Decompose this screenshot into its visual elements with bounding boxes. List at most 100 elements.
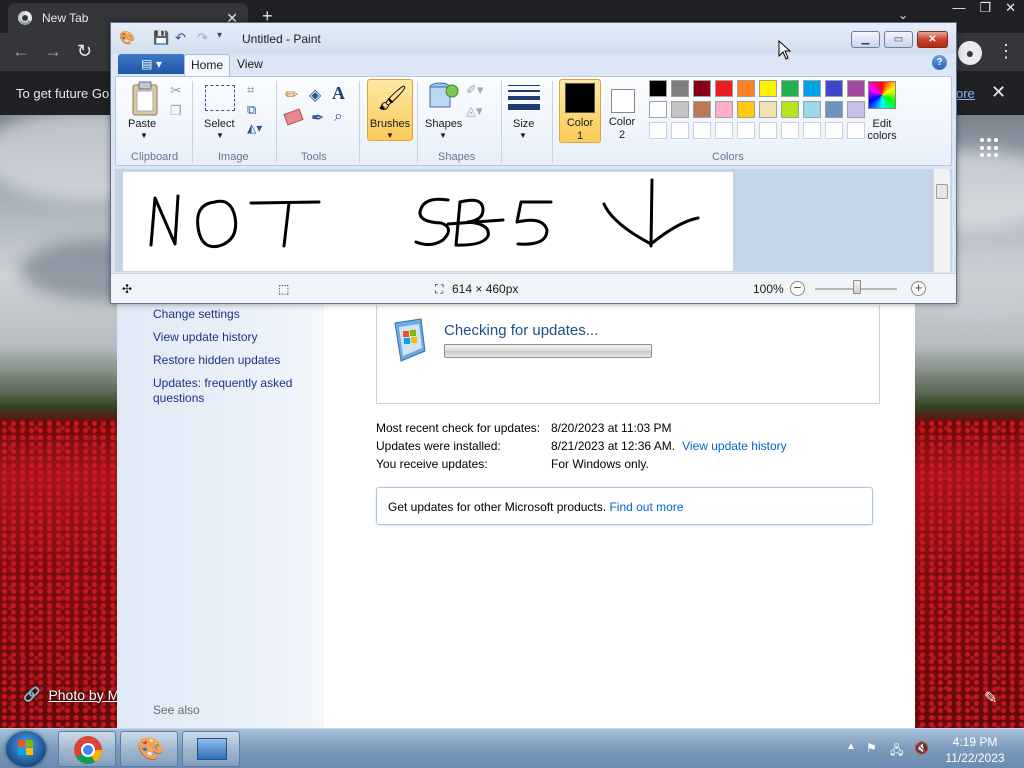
paste-icon[interactable] [130, 81, 160, 117]
minimize-icon[interactable]: — [952, 0, 965, 20]
sidebar-link-change-settings[interactable]: Change settings [153, 307, 313, 322]
close-icon[interactable]: ✕ [1005, 0, 1016, 20]
profile-avatar-icon[interactable]: ● [958, 41, 982, 65]
network-icon[interactable]: 🖧 [890, 741, 903, 762]
paint-canvas[interactable] [123, 172, 733, 271]
color-picker-icon[interactable]: ✒ [311, 108, 324, 128]
custom-color-slot[interactable] [737, 122, 755, 139]
palette-swatch[interactable] [715, 101, 733, 118]
customize-pencil-icon[interactable]: ✎ [984, 688, 997, 708]
pencil-icon[interactable]: ✏ [285, 85, 298, 105]
apps-grid-icon[interactable] [980, 138, 1000, 158]
palette-swatch[interactable] [737, 101, 755, 118]
save-icon[interactable]: 💾 [153, 30, 169, 46]
paint-minimize-button[interactable]: ▁ [851, 31, 880, 48]
edit-colors-label[interactable]: Edit [858, 118, 906, 130]
size-dropdown-icon[interactable]: ▼ [519, 131, 527, 140]
custom-color-slot[interactable] [715, 122, 733, 139]
view-update-history-link[interactable]: View update history [682, 439, 787, 453]
edit-colors-label-2[interactable]: colors [858, 130, 906, 142]
palette-swatch[interactable] [671, 101, 689, 118]
shapes-label[interactable]: Shapes [425, 118, 462, 130]
fill-icon[interactable]: ◈ [309, 85, 321, 105]
tab-view[interactable]: View [237, 57, 263, 71]
paste-label[interactable]: Paste [128, 118, 156, 130]
rotate-icon[interactable]: ◭▾ [247, 121, 262, 135]
select-label[interactable]: Select [204, 118, 235, 130]
custom-color-slot[interactable] [693, 122, 711, 139]
palette-swatch[interactable] [803, 101, 821, 118]
palette-swatch[interactable] [737, 80, 755, 97]
find-out-more-link[interactable]: Find out more [609, 500, 683, 514]
palette-swatch[interactable] [693, 80, 711, 97]
zoom-slider-thumb[interactable] [853, 280, 861, 294]
shapes-icon[interactable] [427, 81, 459, 113]
palette-swatch[interactable] [671, 80, 689, 97]
palette-swatch[interactable] [803, 80, 821, 97]
edit-colors-icon[interactable] [868, 81, 896, 109]
palette-swatch[interactable] [847, 101, 865, 118]
palette-swatch[interactable] [693, 101, 711, 118]
custom-color-slot[interactable] [671, 122, 689, 139]
action-center-icon[interactable]: ⚑ [866, 741, 877, 755]
redo-icon[interactable]: ↷ [197, 30, 208, 46]
taskbar-paint-button[interactable]: 🎨 [120, 731, 178, 767]
paint-menu-button[interactable]: ▤ ▾ [118, 54, 185, 74]
show-hidden-icons[interactable]: ▲ [846, 741, 856, 752]
palette-swatch[interactable] [649, 101, 667, 118]
chrome-menu-icon[interactable]: ⋮ [997, 41, 1015, 62]
palette-swatch[interactable] [781, 80, 799, 97]
text-icon[interactable]: A [332, 83, 345, 104]
resize-icon[interactable]: ⧉ [247, 102, 256, 118]
size-icon[interactable] [508, 85, 540, 110]
custom-color-slot[interactable] [649, 122, 667, 139]
scrollbar-thumb[interactable] [936, 184, 948, 199]
help-icon[interactable]: ? [932, 55, 947, 70]
custom-color-slot[interactable] [825, 122, 843, 139]
sidebar-link-view-update-history[interactable]: View update history [153, 330, 313, 345]
undo-icon[interactable]: ↶ [175, 30, 186, 46]
fill-shape-icon[interactable]: ◬▾ [466, 103, 483, 119]
info-bar-close-icon[interactable]: ✕ [991, 82, 1006, 103]
sidebar-link-restore-hidden-updates[interactable]: Restore hidden updates [153, 353, 313, 368]
zoom-out-button[interactable]: − [790, 281, 805, 296]
custom-color-slot[interactable] [781, 122, 799, 139]
zoom-in-button[interactable]: + [911, 281, 926, 296]
sidebar-link-faq[interactable]: Updates: frequently asked questions [153, 376, 298, 406]
size-label[interactable]: Size [513, 118, 534, 130]
volume-muted-icon[interactable]: 🔇 [914, 741, 929, 755]
paint-app-icon[interactable]: 🎨 [119, 30, 135, 46]
palette-swatch[interactable] [847, 80, 865, 97]
custom-color-slot[interactable] [759, 122, 777, 139]
select-dropdown-icon[interactable]: ▼ [216, 131, 224, 140]
palette-swatch[interactable] [825, 101, 843, 118]
quick-access-dropdown-icon[interactable]: ▾ [217, 30, 222, 41]
back-icon[interactable]: ← [12, 41, 30, 62]
palette-swatch[interactable] [715, 80, 733, 97]
tab-home[interactable]: Home [184, 54, 230, 76]
eraser-icon[interactable] [283, 108, 304, 126]
paste-dropdown-icon[interactable]: ▼ [140, 131, 148, 140]
color2-button[interactable]: Color 2 [602, 79, 642, 143]
select-icon[interactable] [205, 85, 235, 111]
start-button[interactable] [6, 731, 46, 767]
info-bar-link[interactable]: ore [956, 86, 975, 101]
shapes-dropdown-icon[interactable]: ▼ [439, 131, 447, 140]
magnifier-icon[interactable]: ⌕ [334, 108, 343, 126]
reload-icon[interactable]: ↻ [77, 41, 92, 62]
brushes-button[interactable]: 🖌 Brushes ▼ [367, 79, 413, 141]
photo-credit-text[interactable]: Photo by M [48, 687, 119, 703]
crop-icon[interactable]: ⌗ [247, 82, 254, 98]
palette-swatch[interactable] [825, 80, 843, 97]
paint-maximize-button[interactable]: ▭ [884, 31, 913, 48]
palette-swatch[interactable] [759, 101, 777, 118]
palette-swatch[interactable] [781, 101, 799, 118]
palette-swatch[interactable] [649, 80, 667, 97]
palette-swatch[interactable] [759, 80, 777, 97]
custom-color-slot[interactable] [803, 122, 821, 139]
forward-icon[interactable]: → [44, 41, 62, 62]
color1-button[interactable]: Color 1 [559, 79, 601, 143]
photo-credit[interactable]: 🔗 Photo by M [23, 686, 119, 703]
outline-icon[interactable]: ✐▾ [466, 82, 483, 98]
restore-icon[interactable]: ❐ [979, 0, 991, 20]
